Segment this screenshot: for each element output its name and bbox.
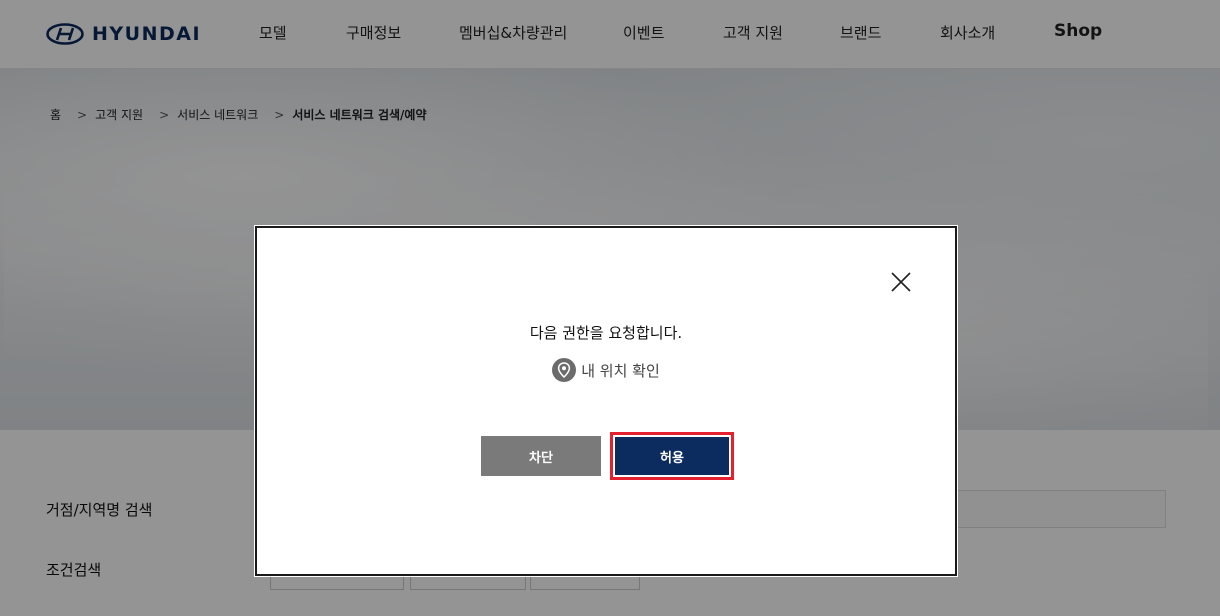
allow-button[interactable]: 허용 [615,437,729,475]
close-icon[interactable] [889,270,913,294]
permission-dialog: 다음 권한을 요청합니다. 내 위치 확인 차단 허용 [254,225,958,577]
permission-item: 내 위치 확인 [257,358,955,382]
block-button[interactable]: 차단 [481,436,601,476]
location-pin-icon [552,358,577,382]
permission-label: 내 위치 확인 [581,361,660,380]
allow-button-highlight: 허용 [610,432,734,480]
dialog-title: 다음 권한을 요청합니다. [529,324,683,342]
